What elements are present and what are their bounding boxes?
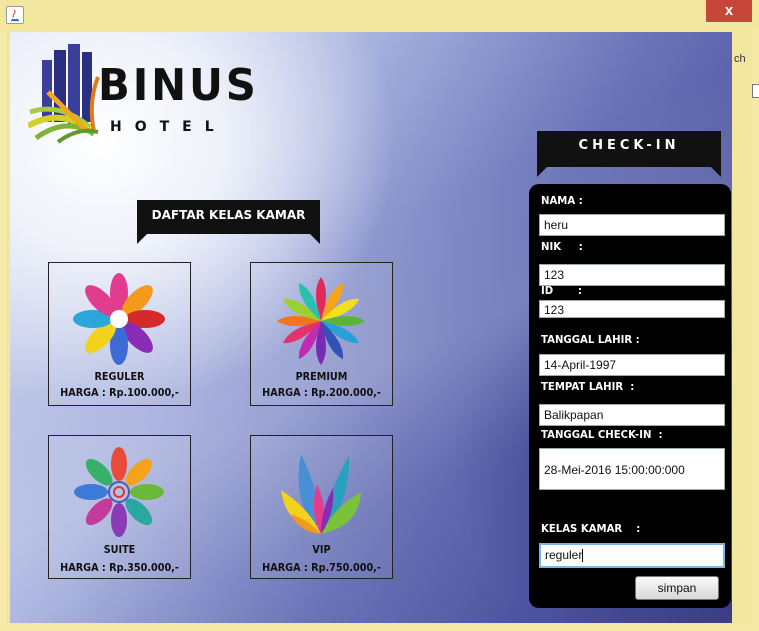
nik-field[interactable]: 123 bbox=[539, 264, 725, 286]
lotus-premium-icon bbox=[277, 277, 365, 365]
flower-reguler-icon bbox=[73, 273, 165, 365]
background-window-control bbox=[752, 84, 759, 98]
window-close-button[interactable]: x bbox=[706, 0, 752, 22]
room-card-vip[interactable]: VIP HARGA : Rp.750.000,- bbox=[250, 435, 393, 579]
checkin-banner: CHECK-IN bbox=[537, 131, 721, 177]
tempat-lahir-label: TEMPAT LAHIR : bbox=[541, 380, 635, 393]
tanggal-checkin-label: TANGGAL CHECK-IN : bbox=[541, 428, 663, 441]
nama-label: NAMA : bbox=[541, 194, 583, 207]
room-name: SUITE bbox=[103, 544, 136, 556]
room-name: VIP bbox=[312, 544, 331, 556]
id-label: ID : bbox=[541, 284, 582, 297]
tanggal-checkin-field[interactable]: 28-Mei-2016 15:00:00:000 bbox=[539, 448, 725, 490]
brand-subtitle: HOTEL bbox=[110, 119, 227, 135]
room-card-premium[interactable]: PREMIUM HARGA : Rp.200.000,- bbox=[250, 262, 393, 406]
kelas-kamar-field[interactable]: reguler bbox=[539, 543, 725, 568]
window-titlebar: x bbox=[0, 0, 759, 30]
room-list-banner: DAFTAR KELAS KAMAR bbox=[137, 200, 320, 244]
room-price: HARGA : Rp.750.000,- bbox=[262, 562, 381, 574]
simpan-button[interactable]: simpan bbox=[635, 576, 719, 600]
background-window-text: ch bbox=[734, 53, 746, 65]
text-caret bbox=[582, 549, 584, 563]
brand-name: BINUS bbox=[98, 60, 259, 111]
tanggal-lahir-field[interactable]: 14-April-1997 bbox=[539, 354, 725, 376]
nik-label: NIK : bbox=[541, 240, 583, 253]
room-card-suite[interactable]: SUITE HARGA : Rp.350.000,- bbox=[48, 435, 191, 579]
nama-field[interactable]: heru bbox=[539, 214, 725, 236]
room-name: PREMIUM bbox=[295, 371, 348, 383]
leaves-vip-icon bbox=[281, 454, 361, 534]
tanggal-lahir-label: TANGGAL LAHIR : bbox=[541, 333, 640, 346]
room-card-reguler[interactable]: REGULER HARGA : Rp.100.000,- bbox=[48, 262, 191, 406]
kelas-kamar-value: reguler bbox=[545, 548, 583, 562]
room-price: HARGA : Rp.350.000,- bbox=[60, 562, 179, 574]
kelas-kamar-label: KELAS KAMAR : bbox=[541, 522, 641, 535]
id-field[interactable]: 123 bbox=[539, 300, 725, 318]
room-price: HARGA : Rp.200.000,- bbox=[262, 387, 381, 399]
tempat-lahir-field[interactable]: Balikpapan bbox=[539, 404, 725, 426]
room-price: HARGA : Rp.100.000,- bbox=[60, 387, 179, 399]
java-app-icon[interactable] bbox=[6, 6, 24, 24]
room-name: REGULER bbox=[94, 371, 145, 383]
flower-suite-icon bbox=[74, 447, 164, 537]
